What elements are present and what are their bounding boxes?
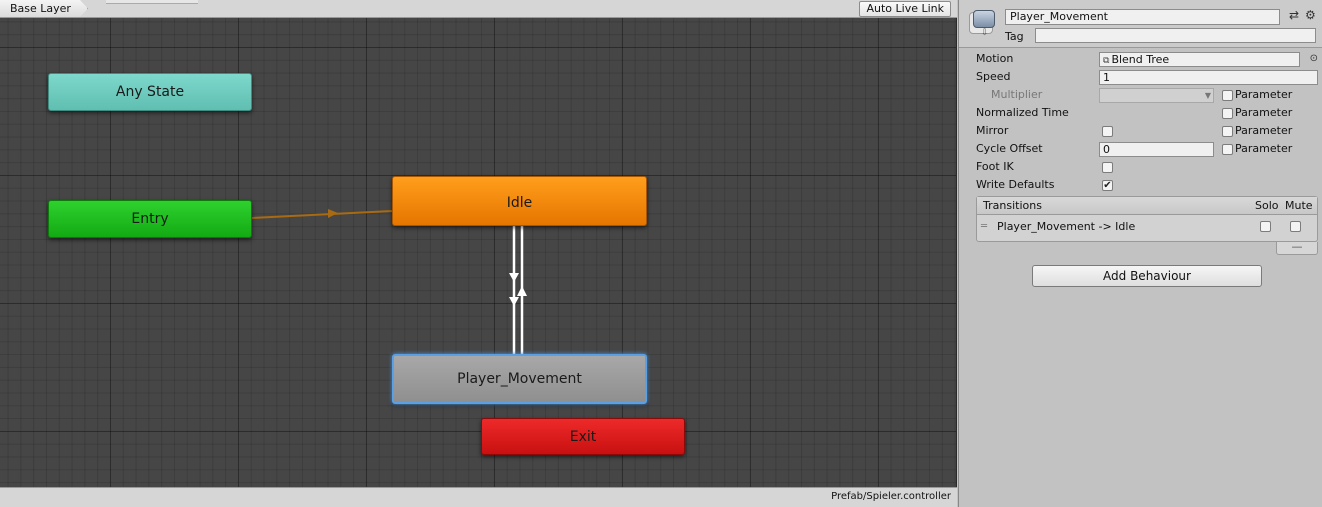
remove-transition-button[interactable]: — bbox=[1276, 241, 1318, 255]
auto-live-link-button[interactable]: Auto Live Link bbox=[859, 1, 951, 17]
multiplier-label: Multiplier bbox=[991, 88, 1043, 101]
mirror-row: Mirror Parameter bbox=[976, 122, 1318, 140]
gear-icon[interactable]: ⚙ bbox=[1305, 8, 1316, 22]
solo-column-label: Solo bbox=[1255, 199, 1279, 212]
tag-field[interactable] bbox=[1035, 28, 1316, 43]
transition-mute-checkbox[interactable] bbox=[1290, 221, 1301, 232]
speed-row: Speed 1 bbox=[976, 68, 1318, 86]
multiplier-parameter-checkbox[interactable] bbox=[1222, 90, 1233, 101]
idle-to-player-arrow-2 bbox=[509, 297, 519, 306]
motion-row: Motion ⧉ Blend Tree ⊙ bbox=[976, 50, 1318, 68]
mirror-parameter-label: Parameter bbox=[1235, 124, 1293, 137]
player-to-idle-arrow bbox=[517, 286, 527, 296]
multiplier-dropdown[interactable]: ▼ bbox=[1099, 88, 1214, 103]
mirror-label: Mirror bbox=[976, 124, 1009, 137]
speed-field[interactable]: 1 bbox=[1099, 70, 1318, 85]
layer-tab[interactable] bbox=[106, 0, 198, 4]
controller-path: Prefab/Spieler.controller bbox=[831, 491, 951, 502]
write-defaults-checkbox[interactable]: ✔ bbox=[1102, 180, 1113, 191]
cycle-offset-parameter-checkbox[interactable] bbox=[1222, 144, 1233, 155]
sliders-icon[interactable]: ⇄ bbox=[1289, 8, 1299, 22]
foot-ik-row: Foot IK bbox=[976, 158, 1318, 176]
graph-status-bar: Prefab/Spieler.controller bbox=[0, 487, 957, 507]
entry-transition-arrow bbox=[328, 209, 338, 218]
motion-field[interactable]: ⧉ Blend Tree bbox=[1099, 52, 1300, 67]
write-defaults-label: Write Defaults bbox=[976, 178, 1055, 191]
cycle-offset-field[interactable]: 0 bbox=[1099, 142, 1214, 157]
graph-toolbar: Base Layer Auto Live Link bbox=[0, 0, 957, 18]
drag-handle-icon[interactable]: ═ bbox=[981, 216, 987, 238]
transitions-list: Transitions Solo Mute ═ Player_Movement … bbox=[976, 196, 1318, 242]
idle-state-node[interactable]: Idle bbox=[392, 176, 647, 226]
checkmark-icon: ✔ bbox=[1103, 180, 1112, 191]
entry-node[interactable]: Entry bbox=[48, 200, 252, 238]
speed-label: Speed bbox=[976, 70, 1011, 83]
any-state-label: Any State bbox=[115, 84, 185, 100]
tag-label: Tag bbox=[1005, 30, 1024, 43]
player-movement-state-node[interactable]: Player_Movement bbox=[392, 354, 647, 404]
inspector-header: ⇩ Player_Movement ⇄ ⚙ Tag bbox=[959, 0, 1322, 48]
target-icon[interactable]: ⊙ bbox=[1310, 50, 1318, 68]
state-name-field[interactable]: Player_Movement bbox=[1005, 9, 1280, 25]
inspector-panel: ⇩ Player_Movement ⇄ ⚙ Tag Motion ⧉ Blend … bbox=[958, 0, 1322, 507]
exit-node[interactable]: Exit bbox=[481, 418, 685, 455]
blend-tree-icon: ⧉ bbox=[1103, 56, 1110, 66]
exit-label: Exit bbox=[569, 428, 597, 445]
foot-ik-label: Foot IK bbox=[976, 160, 1014, 173]
foot-ik-checkbox[interactable] bbox=[1102, 162, 1113, 173]
state-icon bbox=[973, 10, 995, 28]
mirror-parameter-checkbox[interactable] bbox=[1222, 126, 1233, 137]
cycle-offset-parameter-label: Parameter bbox=[1235, 142, 1293, 155]
breadcrumb-base-layer[interactable]: Base Layer bbox=[0, 0, 88, 17]
normalized-time-label: Normalized Time bbox=[976, 106, 1069, 119]
transition-solo-checkbox[interactable] bbox=[1260, 221, 1271, 232]
multiplier-parameter-label: Parameter bbox=[1235, 88, 1293, 101]
idle-to-player-arrow-1 bbox=[509, 273, 519, 282]
add-behaviour-button[interactable]: Add Behaviour bbox=[1032, 265, 1262, 287]
normalized-time-row: Normalized Time Parameter bbox=[976, 104, 1318, 122]
normalized-time-parameter-checkbox[interactable] bbox=[1222, 108, 1233, 119]
idle-label: Idle bbox=[506, 195, 533, 211]
transitions-title: Transitions bbox=[983, 199, 1042, 212]
entry-to-idle-transition bbox=[251, 210, 393, 219]
write-defaults-row: Write Defaults ✔ bbox=[976, 176, 1318, 194]
animator-graph[interactable]: Any State Entry Idle Player_Movement Exi… bbox=[0, 0, 957, 507]
cycle-offset-row: Cycle Offset 0 Parameter bbox=[976, 140, 1318, 158]
multiplier-row: Multiplier ▼ Parameter bbox=[976, 86, 1318, 104]
mute-column-label: Mute bbox=[1285, 199, 1313, 212]
motion-value: Blend Tree bbox=[1111, 53, 1170, 66]
cycle-offset-label: Cycle Offset bbox=[976, 142, 1043, 155]
chevron-down-icon: ⇩ bbox=[981, 28, 989, 38]
entry-label: Entry bbox=[131, 211, 169, 227]
normalized-time-parameter-label: Parameter bbox=[1235, 106, 1293, 119]
transitions-header: Transitions Solo Mute bbox=[977, 197, 1317, 215]
transition-item[interactable]: ═ Player_Movement -> Idle bbox=[977, 216, 1317, 238]
transition-name: Player_Movement -> Idle bbox=[997, 220, 1136, 233]
chevron-down-icon: ▼ bbox=[1204, 91, 1211, 100]
motion-label: Motion bbox=[976, 52, 1014, 65]
mirror-checkbox[interactable] bbox=[1102, 126, 1113, 137]
player-movement-label: Player_Movement bbox=[457, 371, 582, 387]
any-state-node[interactable]: Any State bbox=[48, 73, 252, 111]
